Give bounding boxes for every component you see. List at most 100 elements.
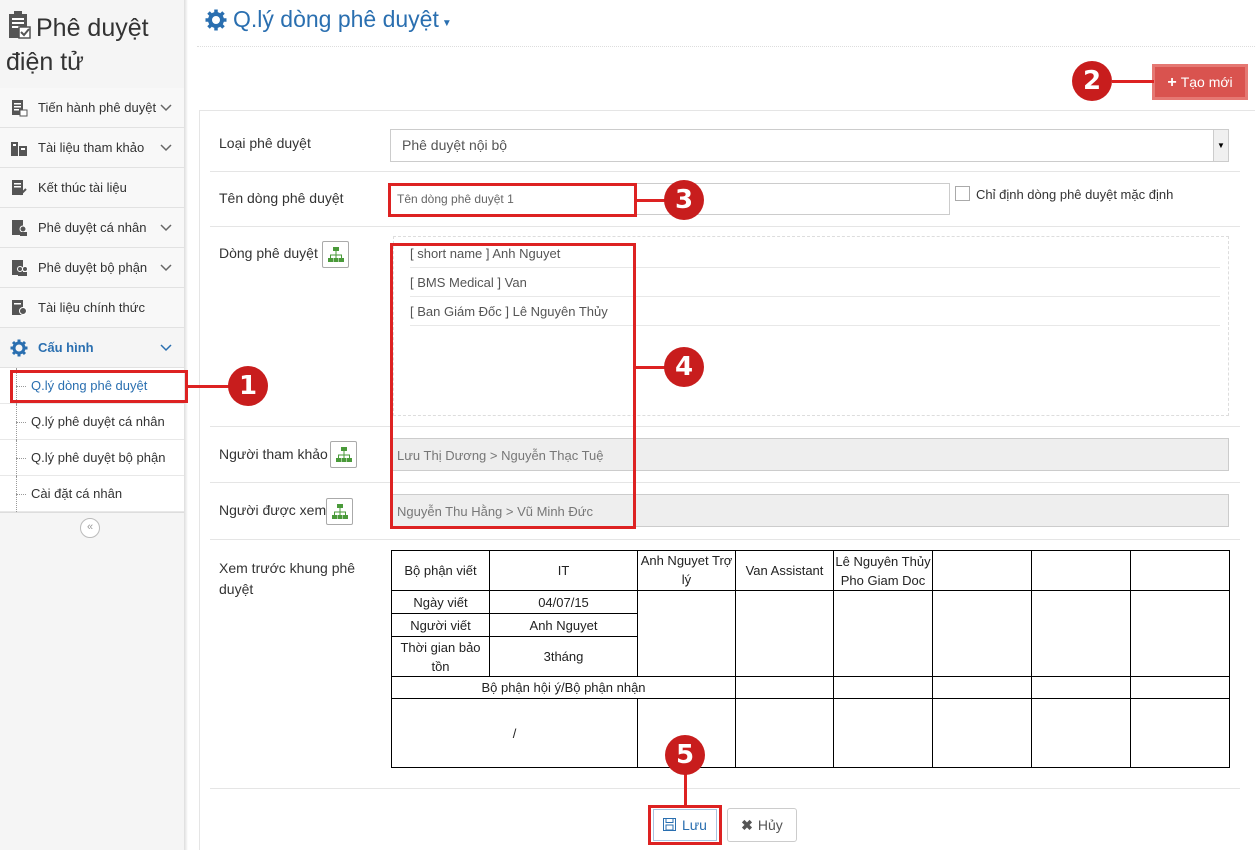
plus-icon: + — [1167, 74, 1177, 91]
sidebar-item-cau-hinh[interactable]: Cấu hình — [0, 328, 184, 368]
signature-cell — [932, 590, 1032, 677]
sidebar-item-label: Phê duyệt cá nhân — [38, 220, 147, 235]
divider — [210, 539, 1240, 540]
consult-value-cell: / — [391, 698, 638, 768]
cancel-button[interactable]: ✖ Hủy — [727, 808, 797, 842]
annotation-badge-4: 4 — [664, 347, 704, 387]
table-cell — [932, 698, 1032, 768]
sidebar-subitem-ql-ca-nhan[interactable]: Q.lý phê duyệt cá nhân — [0, 404, 184, 440]
annotation-connector-1 — [188, 385, 230, 388]
sidebar-item-bo-phan[interactable]: Phê duyệt bộ phận — [0, 248, 184, 288]
divider — [210, 426, 1240, 427]
group-doc-icon — [12, 259, 28, 276]
buildings-icon — [11, 141, 27, 156]
annotation-box-4 — [390, 243, 636, 529]
annotation-badge-5: 5 — [665, 735, 705, 775]
close-icon: ✖ — [741, 817, 753, 833]
divider — [210, 482, 1240, 483]
table-cell — [1031, 676, 1131, 699]
caret-down-icon: ▼ — [441, 18, 452, 29]
annotation-box-5 — [648, 805, 722, 845]
divider — [210, 171, 1240, 172]
divider — [210, 226, 1240, 227]
create-button[interactable]: + Tạo mới — [1152, 64, 1248, 100]
gear-icon — [205, 9, 227, 30]
chevron-down-icon — [160, 264, 172, 272]
page-title-text: Q.lý dòng phê duyệt — [233, 6, 439, 32]
sidebar-collapse-row: « — [0, 512, 184, 542]
type-label: Loại phê duyệt — [219, 135, 311, 151]
person-doc-icon — [12, 219, 27, 236]
org-chart-button[interactable] — [330, 441, 357, 468]
org-chart-icon — [332, 504, 348, 519]
retention-label-cell: Thời gian bảo tồn — [391, 636, 490, 677]
approver-cell — [1130, 550, 1230, 591]
sidebar-item-ca-nhan[interactable]: Phê duyệt cá nhân — [0, 208, 184, 248]
table-cell — [1031, 698, 1131, 768]
app-title-line2: điện tử — [6, 48, 84, 76]
annotation-badge-3: 3 — [664, 180, 704, 220]
sidebar-subitem-cai-dat[interactable]: Cài đặt cá nhân — [0, 476, 184, 512]
chevron-down-icon — [160, 344, 172, 352]
approver-cell: Lê Nguyên Thủy Pho Giam Doc — [833, 550, 933, 591]
type-select[interactable]: Phê duyệt nội bộ ▼ — [390, 129, 1229, 162]
flow-label: Dòng phê duyệt — [219, 245, 318, 261]
default-checkbox[interactable] — [955, 186, 970, 201]
signature-cell — [1031, 590, 1131, 677]
approver-cell — [932, 550, 1032, 591]
sidebar-item-chinh-thuc[interactable]: Tài liệu chính thức — [0, 288, 184, 328]
header-divider — [197, 46, 1255, 47]
table-cell — [1130, 676, 1230, 699]
sidebar-item-tai-lieu-tham-khao[interactable]: Tài liệu tham khảo — [0, 128, 184, 168]
sidebar-shadow — [184, 0, 188, 850]
table-cell — [833, 676, 933, 699]
sidebar-item-tien-hanh[interactable]: Tiến hành phê duyệt — [0, 88, 184, 128]
table-cell — [735, 676, 834, 699]
approver-cell: Van Assistant — [735, 550, 834, 591]
name-label: Tên dòng phê duyệt — [219, 190, 344, 206]
retention-value-cell: 3tháng — [489, 636, 638, 677]
table-cell — [1130, 698, 1230, 768]
app-logo-icon — [9, 11, 31, 39]
table-cell — [735, 698, 834, 768]
create-button-label: Tạo mới — [1180, 74, 1233, 90]
sidebar-item-ket-thuc[interactable]: Kết thúc tài liệu — [0, 168, 184, 208]
dept-label-cell: Bộ phận viết — [391, 550, 490, 591]
signature-cell — [1130, 590, 1230, 677]
chevron-down-icon — [160, 224, 172, 232]
app-title-line1: Phê duyệt — [36, 14, 149, 42]
page-title[interactable]: Q.lý dòng phê duyệt ▼ — [205, 6, 452, 33]
sidebar-item-label: Tài liệu tham khảo — [38, 140, 145, 155]
annotation-connector-2 — [1112, 80, 1154, 83]
approver-cell — [1031, 550, 1131, 591]
org-chart-button[interactable] — [322, 241, 349, 268]
type-select-value: Phê duyệt nội bộ — [402, 137, 508, 153]
table-cell — [833, 698, 933, 768]
annotation-connector-3 — [637, 199, 667, 202]
sidebar-item-label: Kết thúc tài liệu — [38, 180, 127, 195]
footer-divider — [210, 788, 1240, 789]
annotation-box-1 — [10, 370, 188, 403]
reference-label: Người tham khảo — [219, 446, 328, 462]
annotation-badge-1: 1 — [228, 366, 268, 406]
dept-value-cell: IT — [489, 550, 638, 591]
org-chart-icon — [336, 447, 352, 462]
signature-cell — [637, 590, 736, 677]
annotation-connector-4 — [636, 366, 666, 369]
table-cell — [932, 676, 1032, 699]
viewer-label: Người được xem — [219, 502, 327, 518]
gear-icon — [10, 339, 28, 356]
checklist-icon — [12, 99, 28, 116]
sidebar-subitem-ql-bo-phan[interactable]: Q.lý phê duyệt bộ phận — [0, 440, 184, 476]
sidebar-collapse-button[interactable]: « — [80, 518, 100, 538]
chevron-down-icon — [160, 144, 172, 152]
org-chart-button[interactable] — [326, 498, 353, 525]
signature-cell — [833, 590, 933, 677]
cancel-button-label: Hủy — [757, 817, 783, 833]
org-chart-icon — [328, 247, 344, 262]
date-value-cell: 04/07/15 — [489, 590, 638, 614]
sidebar-item-label: Phê duyệt bộ phận — [38, 260, 148, 275]
chevron-down-icon — [160, 104, 172, 112]
annotation-badge-2: 2 — [1072, 61, 1112, 101]
consult-label-cell: Bộ phận hội ý/Bộ phận nhận — [391, 676, 736, 699]
